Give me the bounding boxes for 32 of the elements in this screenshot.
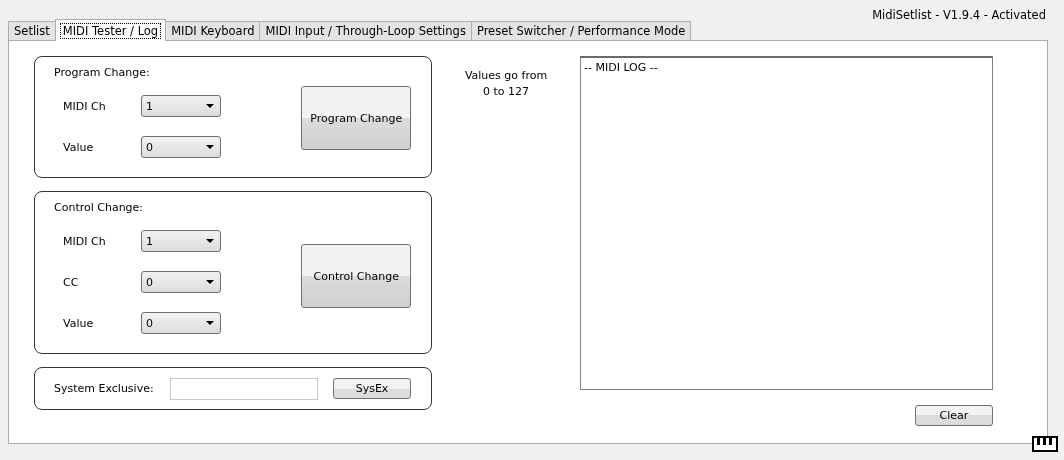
tab[interactable]: MIDI Tester / Log [54, 19, 167, 41]
field-label: Value [63, 140, 95, 154]
field-label: MIDI Ch [63, 234, 107, 248]
dropdown[interactable]: 0 [141, 312, 221, 334]
tab[interactable]: Setlist [8, 21, 56, 40]
caret-icon [206, 280, 214, 284]
piano-keyboard-icon[interactable] [1032, 436, 1058, 452]
dropdown[interactable]: 1 [141, 95, 221, 117]
field-label: Value [63, 316, 95, 330]
input-field[interactable] [170, 377, 318, 400]
send-button[interactable]: Control Change [301, 244, 411, 308]
group-title: Control Change: [54, 201, 144, 214]
dropdown[interactable]: 0 [141, 271, 221, 293]
group-title: Program Change: [54, 66, 150, 79]
caret-icon [206, 145, 214, 149]
dropdown[interactable]: 1 [141, 230, 221, 252]
sysex-button[interactable]: SysEx [333, 378, 411, 399]
clear-button[interactable]: Clear [915, 405, 993, 426]
dropdown[interactable]: 0 [141, 136, 221, 158]
tab[interactable]: Preset Switcher / Performance Mode [470, 21, 692, 40]
caret-icon [206, 239, 214, 243]
tab[interactable]: MIDI Keyboard [165, 21, 261, 40]
caret-icon [206, 104, 214, 108]
send-button[interactable]: Program Change [301, 86, 411, 150]
hint-text: Values go from 0 to 127 [463, 68, 549, 100]
field-label: MIDI Ch [63, 99, 107, 113]
caret-icon [206, 321, 214, 325]
field-label: System Exclusive: [54, 382, 155, 395]
window-title: MidiSetlist - V1.9.4 - Activated [872, 8, 1046, 22]
tab[interactable]: MIDI Input / Through-Loop Settings [259, 21, 472, 40]
log-area[interactable]: -- MIDI LOG -- [580, 56, 993, 390]
field-label: CC [63, 275, 80, 289]
